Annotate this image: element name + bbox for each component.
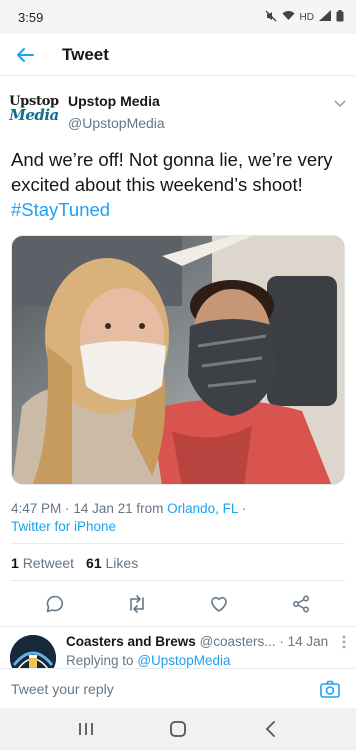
retweet-count: 1 [11,555,19,571]
replying-to: Replying to @UpstopMedia [66,653,231,668]
tweet-actions [0,590,356,618]
tweet-meta: 4:47 PM · 14 Jan 21 from Orlando, FL · T… [11,500,347,536]
tweet-author: Upstop Media Upstop Media @UpstopMedia [9,89,350,133]
status-bar: 3:59 HD [0,0,356,34]
more-vertical-icon[interactable] [342,635,346,649]
tweet-time: 4:47 PM [11,501,62,516]
author-handle[interactable]: @UpstopMedia [68,115,165,131]
chevron-down-icon[interactable] [334,95,346,113]
back-icon[interactable] [250,709,290,749]
retweet-stat[interactable]: 1 Retweet [11,555,74,571]
mute-icon [265,10,277,25]
battery-icon [336,9,344,25]
likes-label: Likes [105,555,139,571]
reply-header: Coasters and Brews @coasters... · 14 Jan [66,634,346,649]
reply-date: 14 Jan [287,634,329,649]
location-link[interactable]: Orlando, FL [167,501,238,516]
reply-input[interactable] [11,672,315,705]
comment-icon[interactable] [35,590,75,618]
home-icon[interactable] [158,709,198,749]
logo-text-bottom: Media [9,106,59,124]
reply-author-handle[interactable]: @coasters... [200,634,276,649]
camera-icon[interactable] [315,674,345,704]
status-icons: HD [265,9,344,25]
tweet-stats: 1 Retweet 61 Likes [11,555,138,571]
recents-icon[interactable] [66,709,106,749]
author-avatar[interactable]: Upstop Media [9,89,59,129]
tweet-photo[interactable] [11,235,345,485]
heart-icon[interactable] [199,590,239,618]
tweet-text: And we’re off! Not gonna lie, we’re very… [11,147,347,222]
hashtag-link[interactable]: #StayTuned [11,199,110,220]
retweet-icon[interactable] [117,590,157,618]
share-icon[interactable] [281,590,321,618]
tweet-body: And we’re off! Not gonna lie, we’re very… [11,149,333,195]
reply-composer [0,668,356,708]
status-time: 3:59 [18,9,44,25]
meta-separator: · [65,501,70,516]
author-name[interactable]: Upstop Media [68,93,165,109]
divider [11,580,345,581]
page-title: Tweet [62,44,109,64]
network-label: HD [299,11,314,23]
system-nav-bar [0,708,356,750]
back-arrow-icon[interactable] [0,34,50,76]
from-prefix: from [136,501,164,516]
reply-item[interactable]: Coasters and Brews @coasters... · 14 Jan… [0,626,356,681]
meta-separator-2: · [241,501,247,516]
wifi-icon [282,10,295,24]
photo-illustration [12,236,344,484]
client-link[interactable]: Twitter for iPhone [11,519,116,534]
reply-author-name[interactable]: Coasters and Brews [66,634,196,649]
app-header: Tweet [0,34,356,76]
likes-stat[interactable]: 61 Likes [86,555,138,571]
tweet-date: 14 Jan 21 [73,501,133,516]
replying-prefix: Replying to [66,653,134,668]
reply-separator: · [279,634,284,649]
divider [11,543,345,544]
signal-icon [319,10,331,24]
replying-to-link[interactable]: @UpstopMedia [137,653,230,668]
retweet-label: Retweet [22,555,75,571]
likes-count: 61 [86,555,102,571]
